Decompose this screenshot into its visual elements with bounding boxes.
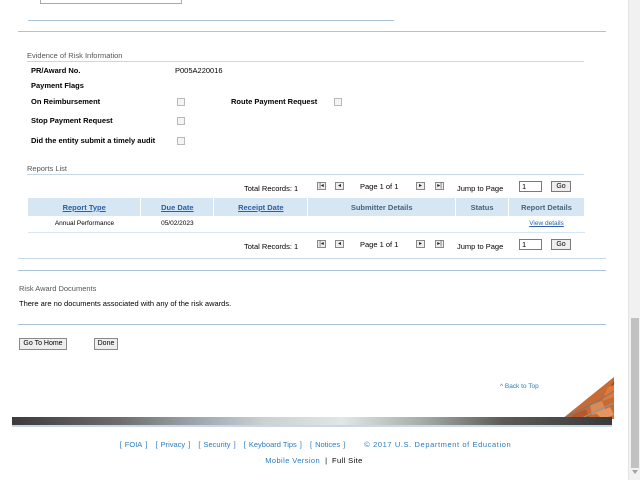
status-cell — [455, 216, 509, 233]
divider — [18, 270, 606, 271]
prev-page-icon[interactable]: ◂ — [335, 182, 344, 190]
on-reimbursement-label: On Reimbursement — [31, 97, 101, 106]
next-page-icon[interactable]: ▸ — [416, 240, 425, 248]
page-indicator: Page 1 of 1 — [360, 182, 399, 191]
footer-version-switch: Mobile Version | Full Site — [265, 456, 363, 465]
submitter-details-cell — [307, 216, 456, 233]
table-row: Annual Performance 05/02/2023 View detai… — [28, 216, 585, 233]
no-documents-message: There are no documents associated with a… — [19, 299, 232, 308]
divider — [27, 174, 584, 175]
top-select-field[interactable] — [40, 0, 182, 4]
total-records: Total Records: 1 — [244, 242, 299, 251]
copyright-text: © 2017 U.S. Department of Education — [364, 440, 512, 449]
page-indicator: Page 1 of 1 — [360, 240, 399, 249]
column-header-report-type[interactable]: Report Type — [28, 198, 142, 216]
bottom-pager: Total Records: 1 |◂ ◂ Page 1 of 1 ▸ ▸| J… — [28, 239, 586, 253]
column-header-receipt-date[interactable]: Receipt Date — [213, 198, 309, 216]
footer-link-notices[interactable]: Notices — [315, 440, 340, 449]
receipt-date-cell — [213, 216, 308, 233]
scrollbar-thumb[interactable] — [631, 318, 639, 468]
next-page-icon[interactable]: ▸ — [416, 182, 425, 190]
first-page-icon[interactable]: |◂ — [317, 182, 326, 190]
table-header-row: Report Type Due Date Receipt Date Submit… — [28, 198, 585, 216]
divider — [18, 258, 606, 259]
view-details-link[interactable]: View details — [529, 220, 564, 227]
risk-section-title: Evidence of Risk Information — [27, 51, 123, 60]
timely-audit-label: Did the entity submit a timely audit — [31, 136, 156, 145]
documents-section-title: Risk Award Documents — [19, 284, 97, 293]
report-details-cell: View details — [508, 216, 585, 233]
go-to-home-button[interactable]: Go To Home — [19, 338, 67, 350]
prev-page-icon[interactable]: ◂ — [335, 240, 344, 248]
divider — [27, 61, 584, 62]
full-site-label: Full Site — [332, 456, 363, 465]
total-records: Total Records: 1 — [244, 184, 299, 193]
mobile-version-link[interactable]: Mobile Version — [265, 456, 320, 465]
due-date-cell: 05/02/2023 — [140, 216, 214, 233]
footer-links: [FOIA] [Privacy] [Security] [Keyboard Ti… — [119, 440, 512, 449]
column-header-due-date[interactable]: Due Date — [140, 198, 215, 216]
column-header-submitter-details: Submitter Details — [307, 198, 457, 216]
vertical-scrollbar[interactable] — [628, 0, 640, 480]
footer-link-security[interactable]: Security — [203, 440, 230, 449]
report-type-cell: Annual Performance — [28, 216, 141, 233]
footer-banner — [12, 417, 612, 425]
divider — [28, 20, 394, 21]
timely-audit-checkbox[interactable] — [177, 137, 185, 145]
pr-award-label: PR/Award No. — [31, 66, 81, 75]
page: Evidence of Risk Information PR/Award No… — [0, 0, 628, 480]
jump-to-page-input[interactable] — [519, 239, 542, 250]
pr-award-value: P005A220016 — [175, 66, 223, 75]
back-to-top-link[interactable]: ^ Back to Top — [500, 383, 539, 390]
column-header-report-details: Report Details — [508, 198, 585, 216]
brick-wall-graphic — [562, 377, 614, 419]
done-button[interactable]: Done — [94, 338, 118, 350]
jump-to-page-input[interactable] — [519, 181, 542, 192]
column-header-status: Status — [455, 198, 510, 216]
stop-payment-checkbox[interactable] — [177, 117, 185, 125]
reports-section-title: Reports List — [27, 164, 68, 173]
on-reimbursement-checkbox[interactable] — [177, 98, 185, 106]
jump-to-page-label: Jump to Page — [457, 184, 504, 193]
footer-link-privacy[interactable]: Privacy — [161, 440, 186, 449]
reports-table: Report Type Due Date Receipt Date Submit… — [28, 198, 585, 233]
scroll-down-icon[interactable] — [632, 470, 638, 474]
divider — [12, 425, 612, 427]
stop-payment-label: Stop Payment Request — [31, 116, 113, 125]
first-page-icon[interactable]: |◂ — [317, 240, 326, 248]
route-payment-checkbox[interactable] — [334, 98, 342, 106]
route-payment-label: Route Payment Request — [231, 97, 318, 106]
last-page-icon[interactable]: ▸| — [435, 182, 444, 190]
jump-to-page-label: Jump to Page — [457, 242, 504, 251]
footer-link-foia[interactable]: FOIA — [125, 440, 143, 449]
top-pager: Total Records: 1 |◂ ◂ Page 1 of 1 ▸ ▸| J… — [28, 181, 586, 195]
last-page-icon[interactable]: ▸| — [435, 240, 444, 248]
go-button[interactable]: Go — [551, 181, 571, 192]
divider — [18, 324, 606, 325]
payment-flags-label: Payment Flags — [31, 81, 84, 90]
divider — [18, 31, 606, 32]
footer-link-keyboard-tips[interactable]: Keyboard Tips — [249, 440, 297, 449]
go-button[interactable]: Go — [551, 239, 571, 250]
